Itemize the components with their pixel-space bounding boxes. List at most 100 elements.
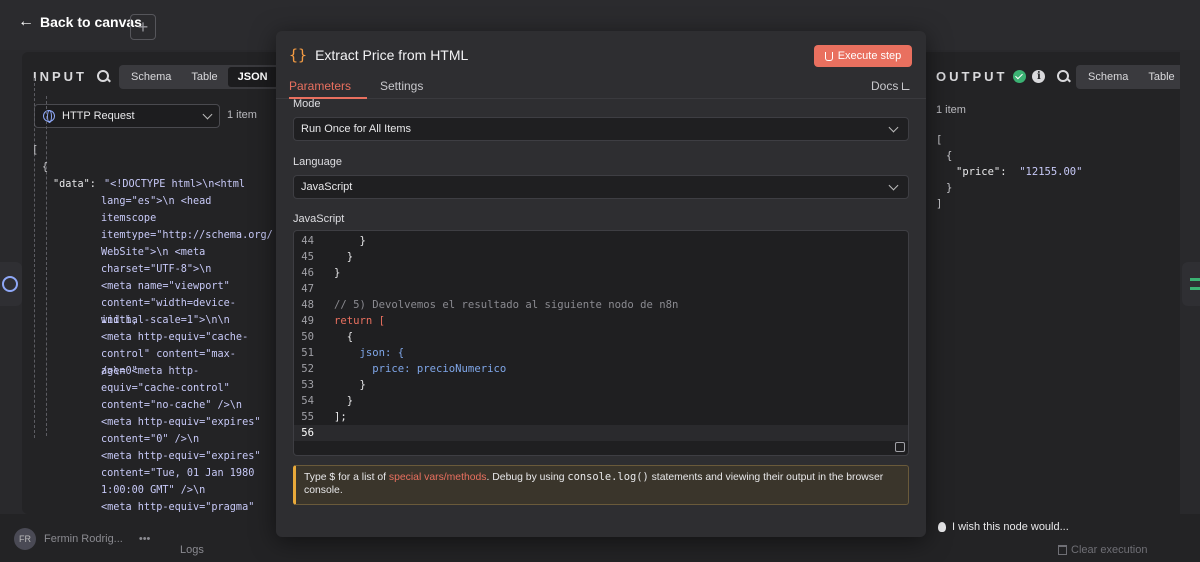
language-value: JavaScript	[301, 181, 353, 193]
modal-tabs: Parameters Settings Docs	[276, 75, 926, 99]
avatar: FR	[14, 528, 36, 550]
json-line: {	[946, 150, 953, 162]
execute-step-button[interactable]: Execute step	[814, 45, 912, 67]
json-line: "<!DOCTYPE html>\n<html	[104, 179, 246, 190]
add-node-button[interactable]: +	[130, 14, 156, 40]
json-guide-line	[46, 96, 47, 436]
json-value: "12155.00"	[1019, 166, 1083, 178]
input-title: INPUT	[33, 69, 87, 84]
chevron-down-icon	[202, 109, 213, 119]
json-line: }	[946, 182, 953, 194]
modal-title[interactable]: Extract Price from HTML	[315, 47, 468, 63]
json-line: content="Tue, 01 Jan 1980	[101, 468, 255, 479]
mode-value: Run Once for All Items	[301, 123, 412, 135]
mode-select[interactable]: Run Once for All Items	[293, 117, 909, 141]
json-line: content="0" />\n	[101, 434, 200, 445]
json-line: lang="es">\n <head	[101, 196, 212, 207]
json-line: charset="UTF-8">\n	[101, 264, 212, 275]
user-menu[interactable]: FR Fermin Rodrig... •••	[14, 528, 150, 550]
back-label: Back to canvas	[40, 14, 142, 30]
info-icon[interactable]: i	[1032, 70, 1046, 83]
previous-node-button[interactable]	[0, 262, 22, 306]
tab-parameters[interactable]: Parameters	[289, 79, 351, 93]
chevron-down-icon	[888, 122, 899, 132]
json-line: WebSite">\n <meta	[101, 247, 206, 258]
json-line: <meta name="viewport"	[101, 281, 230, 292]
back-to-canvas-button[interactable]: ← Back to canvas	[18, 13, 142, 31]
code-line: 53 }	[301, 379, 366, 391]
tab-table[interactable]: Table	[1138, 67, 1180, 87]
node-icon	[1190, 278, 1200, 290]
json-line: {	[42, 162, 49, 173]
tab-table[interactable]: Table	[181, 67, 227, 87]
json-line: <meta http-equiv="expires"	[101, 451, 261, 462]
tab-schema[interactable]: Schema	[1078, 67, 1138, 87]
code-line: 50 {	[301, 331, 354, 343]
hint-text: Type $ for a list of	[304, 472, 389, 483]
clear-execution-label: Clear execution	[1071, 544, 1148, 556]
json-line: initial-scale=1">\n\n	[101, 315, 230, 326]
output-item-count: 1 item	[936, 104, 966, 116]
docs-link[interactable]: Docs	[871, 79, 911, 93]
output-view-toggle: Schema Table	[1076, 65, 1180, 89]
trash-icon	[1058, 545, 1067, 555]
globe-icon	[43, 110, 55, 123]
json-line: equiv="cache-control"	[101, 383, 230, 394]
json-line: <meta http-equiv="expires"	[101, 417, 261, 428]
code-braces-icon: {}	[289, 46, 308, 64]
feedback-link[interactable]: I wish this node would...	[938, 521, 1069, 533]
resize-handle-icon[interactable]	[895, 442, 905, 452]
logs-label[interactable]: Logs	[180, 544, 204, 556]
more-icon[interactable]: •••	[139, 533, 151, 545]
search-icon[interactable]	[1057, 69, 1071, 84]
user-name: Fermin Rodrig...	[44, 533, 123, 545]
tab-json[interactable]: JSON	[227, 67, 278, 87]
flask-icon	[824, 51, 833, 61]
input-node-select[interactable]: HTTP Request	[34, 104, 220, 128]
code-line: 52 price: precioNumerico	[301, 363, 507, 375]
code-line: 46}	[301, 267, 341, 279]
code-line: 49 return [	[301, 315, 386, 327]
next-node-button[interactable]	[1182, 262, 1200, 306]
execute-step-label: Execute step	[837, 50, 902, 62]
code-line: 54 }	[301, 395, 354, 407]
node-modal: {} Extract Price from HTML Execute step …	[276, 31, 926, 537]
json-line: 1:00:00 GMT" />\n	[101, 485, 206, 496]
json-line: />\n <meta http-	[101, 366, 200, 377]
input-panel: INPUT Schema Table JSON HTTP Request 1 i…	[22, 52, 278, 514]
search-icon[interactable]	[97, 69, 111, 84]
json-line: itemtype="http://schema.org/	[101, 230, 273, 241]
tab-settings[interactable]: Settings	[380, 79, 423, 93]
json-line: content="no-cache" />\n	[101, 400, 243, 411]
json-line: [	[32, 145, 39, 156]
input-view-toggle: Schema Table JSON	[119, 65, 278, 89]
json-guide-line	[34, 78, 35, 438]
language-label: Language	[293, 156, 342, 168]
clear-execution-button[interactable]: Clear execution	[1058, 544, 1147, 556]
input-item-count: 1 item	[227, 109, 257, 121]
code-editor[interactable]: 44 } 45 } 46} 47 48// 5) Devolvemos el r…	[293, 230, 909, 456]
external-link-icon	[902, 82, 911, 90]
lightbulb-icon	[938, 522, 946, 532]
code-line: 48// 5) Devolvemos el resultado al sigui…	[301, 299, 679, 311]
language-select[interactable]: JavaScript	[293, 175, 909, 199]
output-json-view: [ { "price": "12155.00" } ]	[936, 132, 1082, 212]
code-line: 55];	[301, 411, 347, 423]
plus-icon: +	[137, 16, 149, 37]
json-line: ]	[936, 198, 943, 210]
json-line: [	[936, 134, 943, 146]
feedback-text: I wish this node would...	[952, 521, 1069, 533]
input-node-value: HTTP Request	[62, 110, 135, 122]
mode-label: Mode	[293, 98, 321, 110]
json-line: <meta http-equiv="pragma"	[101, 502, 255, 513]
code-line: 45 }	[301, 251, 354, 263]
tab-schema[interactable]: Schema	[121, 67, 181, 87]
globe-icon	[2, 276, 18, 292]
json-key: "price":	[956, 166, 1007, 178]
arrow-left-icon: ←	[18, 13, 34, 30]
code-label: JavaScript	[293, 213, 345, 225]
special-vars-link[interactable]: special vars/methods	[389, 472, 487, 483]
code-line: 44 }	[301, 235, 366, 247]
code-line: 47	[301, 283, 314, 295]
code-line: 51 json: {	[301, 347, 405, 359]
